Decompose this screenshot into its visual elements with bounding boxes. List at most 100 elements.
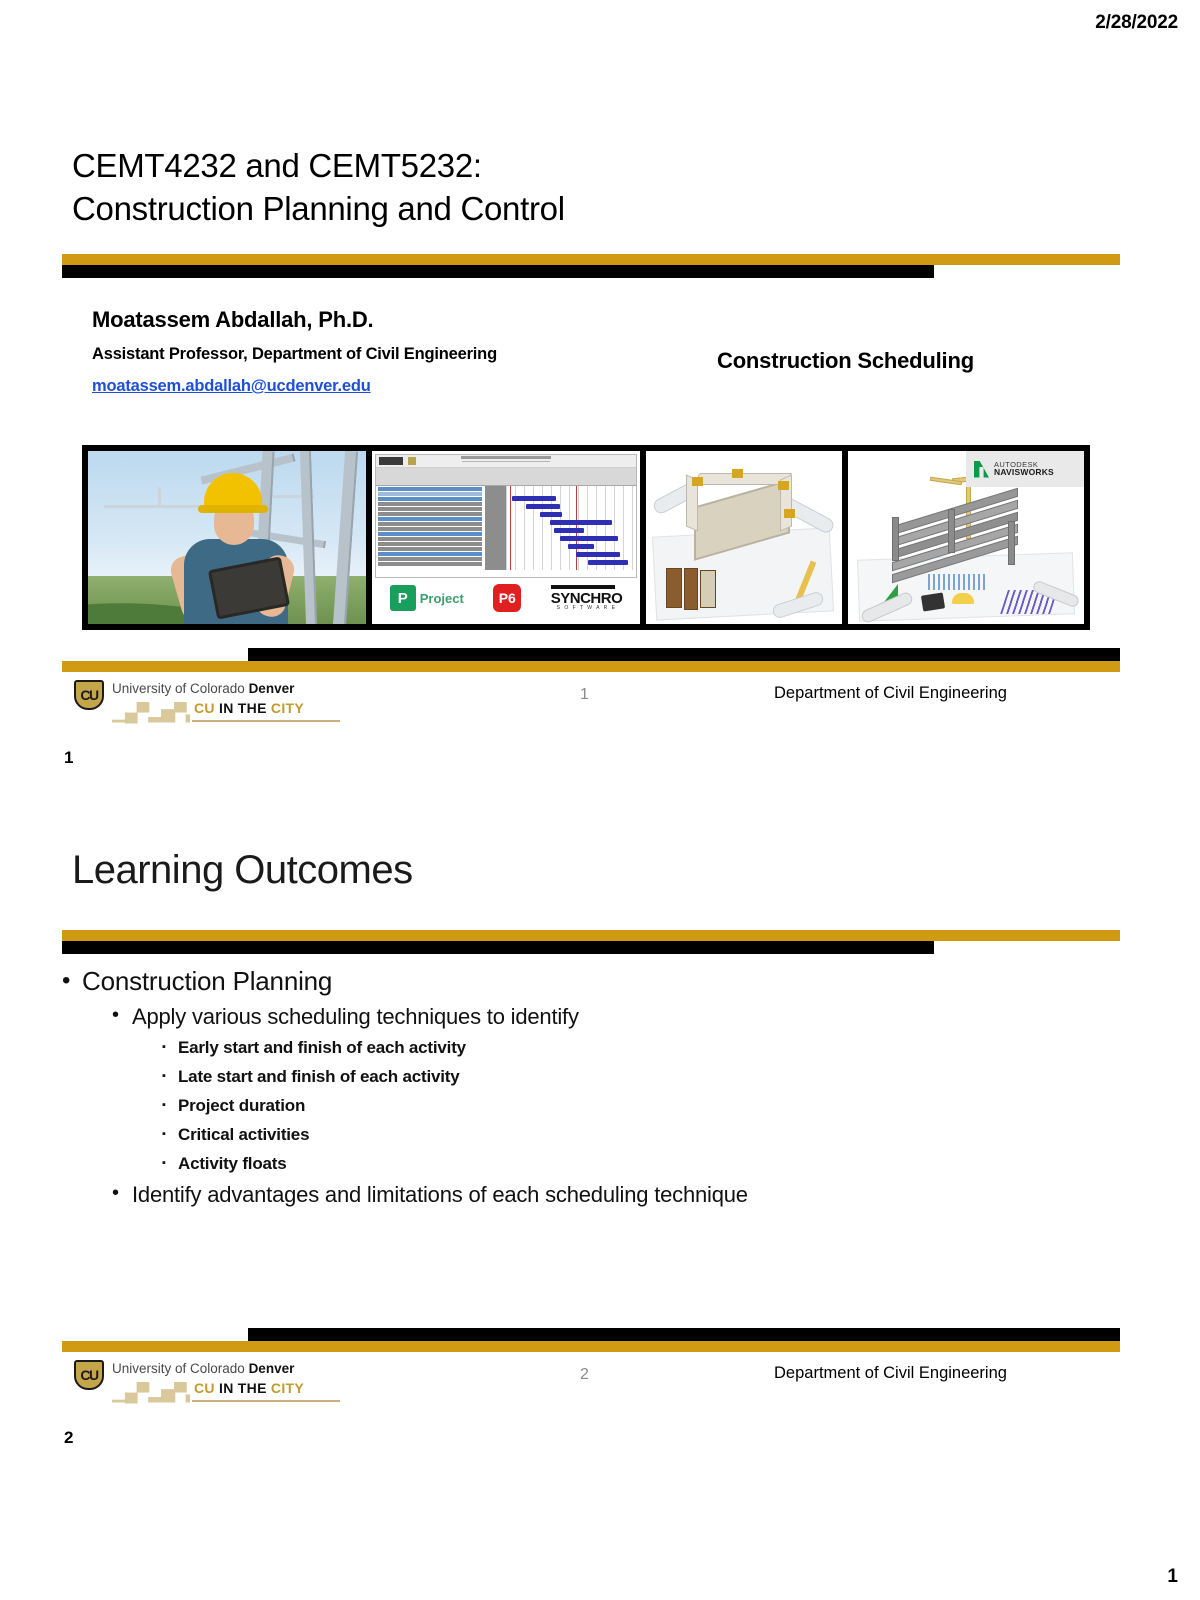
autodesk-logo-icon xyxy=(974,460,989,478)
crane-mast-icon xyxy=(158,487,161,507)
divider-gold-bar xyxy=(62,930,1120,941)
gantt-bar xyxy=(568,544,594,549)
synchro-software-logo: SYNCHRO S O F T W A R E xyxy=(550,585,623,611)
gantt-row xyxy=(378,492,482,496)
bullet-level-3: Early start and finish of each activity xyxy=(70,1033,1070,1062)
gantt-data-date-line xyxy=(510,486,511,570)
tagline-cu: CU xyxy=(194,1380,220,1396)
title-divider xyxy=(62,254,1120,278)
ms-project-icon: P xyxy=(389,585,416,611)
synchro-subtitle: S O F T W A R E xyxy=(556,605,617,611)
autodesk-navisworks-badge: AUTODESK NAVISWORKS xyxy=(966,451,1084,487)
door-frame xyxy=(684,568,698,610)
slide-1: CEMT4232 and CEMT5232: Construction Plan… xyxy=(62,120,1120,740)
wall-marker xyxy=(784,509,795,518)
cu-denver-wordmark: University of Colorado Denver xyxy=(112,1361,294,1376)
cu-in-the-city-tagline: CU IN THE CITY xyxy=(194,700,304,716)
gantt-bar xyxy=(576,552,620,557)
slide-topic: Construction Scheduling xyxy=(717,348,974,373)
logo-underline xyxy=(192,720,340,722)
synchro-rule xyxy=(550,585,615,589)
handout-slide-index-1: 1 xyxy=(64,748,74,767)
handout-page: 2/28/2022 CEMT4232 and CEMT5232: Constru… xyxy=(0,0,1200,1600)
primavera-p6-icon: P6 xyxy=(493,584,522,612)
bullet-level-2: Identify advantages and limitations of e… xyxy=(70,1177,1070,1211)
gantt-row xyxy=(378,542,482,546)
cu-shield-icon: CU xyxy=(74,1360,104,1390)
synchro-name: SYNCHRO xyxy=(550,590,623,607)
gantt-row xyxy=(378,557,482,561)
bullet-level-3: Activity floats xyxy=(70,1149,1070,1178)
wall-marker xyxy=(692,477,703,486)
gantt-bars-area xyxy=(506,486,636,570)
footer-gold-bar xyxy=(62,1341,1120,1352)
bullet-level-1: Construction Planning xyxy=(62,962,1070,1000)
tablet-device xyxy=(920,592,946,612)
gantt-row xyxy=(378,507,482,511)
divider-gold-bar xyxy=(62,254,1120,265)
presenter-block: Moatassem Abdallah, Ph.D. Assistant Prof… xyxy=(92,305,712,399)
gantt-screenshot xyxy=(375,454,637,578)
handout-slide-index-2: 2 xyxy=(64,1428,74,1447)
autodesk-navisworks-wordmark: AUTODESK NAVISWORKS xyxy=(994,460,1054,478)
presenter-role: Assistant Professor, Department of Civil… xyxy=(92,345,497,363)
footer-gold-bar xyxy=(62,661,1120,672)
bullet-level-2: Apply various scheduling techniques to i… xyxy=(70,999,1070,1033)
building-column xyxy=(892,517,899,561)
cu-denver-logo: CU University of Colorado Denver ▁▄▀▂▅▀▃… xyxy=(74,1358,346,1408)
building-model-panel xyxy=(646,451,842,624)
gantt-chart-panel: P Project P6 SYNCHRO S O F T W A R E xyxy=(372,451,640,624)
image-strip: P Project P6 SYNCHRO S O F T W A R E AUT… xyxy=(82,445,1090,630)
door-frame xyxy=(666,568,682,608)
ms-project-label: Project xyxy=(419,590,464,606)
gantt-toolbar xyxy=(376,455,636,468)
bullet-level-3: Late start and finish of each activity xyxy=(70,1062,1070,1091)
cu-university-text: University of Colorado xyxy=(112,1361,249,1376)
gantt-activity-list xyxy=(376,486,484,570)
slide-number: 1 xyxy=(580,686,589,703)
gantt-row xyxy=(378,512,482,516)
gantt-row xyxy=(378,562,482,566)
building-column xyxy=(948,509,955,553)
slide-2: Learning Outcomes Construction Planning … xyxy=(62,800,1120,1420)
gantt-body xyxy=(376,486,636,570)
gantt-row xyxy=(378,522,482,526)
gantt-bar xyxy=(588,560,628,565)
logo-underline xyxy=(192,1400,340,1402)
footer-black-bar xyxy=(248,1328,1120,1341)
wall-marker xyxy=(778,481,789,490)
gantt-bar xyxy=(512,496,556,501)
bullet-level-3: Critical activities xyxy=(70,1120,1070,1149)
gantt-bar xyxy=(526,504,560,509)
cu-denver-text: Denver xyxy=(248,681,295,696)
document-date: 2/28/2022 xyxy=(1095,12,1178,33)
navisworks-label: NAVISWORKS xyxy=(994,467,1054,478)
learning-outcomes-list: Construction Planning Apply various sche… xyxy=(62,962,1070,1211)
gantt-timescale-header xyxy=(376,468,636,486)
building-column xyxy=(1008,521,1015,565)
data-plot-dots xyxy=(928,574,988,590)
slide-2-title: Learning Outcomes xyxy=(72,848,413,892)
gantt-row xyxy=(378,487,482,491)
cu-university-text: University of Colorado xyxy=(112,681,249,696)
gantt-row xyxy=(378,497,482,501)
slide-1-title: CEMT4232 and CEMT5232: Construction Plan… xyxy=(72,144,972,230)
microsoft-project-logo: P Project xyxy=(389,585,464,611)
footer-black-bar xyxy=(248,648,1120,661)
scheduling-software-logos: P Project P6 SYNCHRO S O F T W A R E xyxy=(375,574,637,622)
gantt-report-title xyxy=(461,456,551,459)
tagline-in-the: IN THE xyxy=(219,700,271,716)
department-label: Department of Civil Engineering xyxy=(774,684,1007,702)
presenter-email-link[interactable]: moatassem.abdallah@ucdenver.edu xyxy=(92,373,371,399)
gantt-row xyxy=(378,547,482,551)
gantt-row xyxy=(378,537,482,541)
gantt-duration-column xyxy=(484,486,506,570)
divider-black-bar xyxy=(62,941,934,954)
title-line-2: Construction Planning and Control xyxy=(72,190,565,227)
bullet-level-3: Project duration xyxy=(70,1091,1070,1120)
gantt-bar xyxy=(560,536,618,541)
navisworks-panel: AUTODESK NAVISWORKS xyxy=(848,451,1084,624)
title-line-1: CEMT4232 and CEMT5232: xyxy=(72,147,482,184)
slide-1-footer: CU University of Colorado Denver ▁▄▀▂▅▀▃… xyxy=(62,648,1120,740)
page-number: 1 xyxy=(1167,1566,1178,1587)
